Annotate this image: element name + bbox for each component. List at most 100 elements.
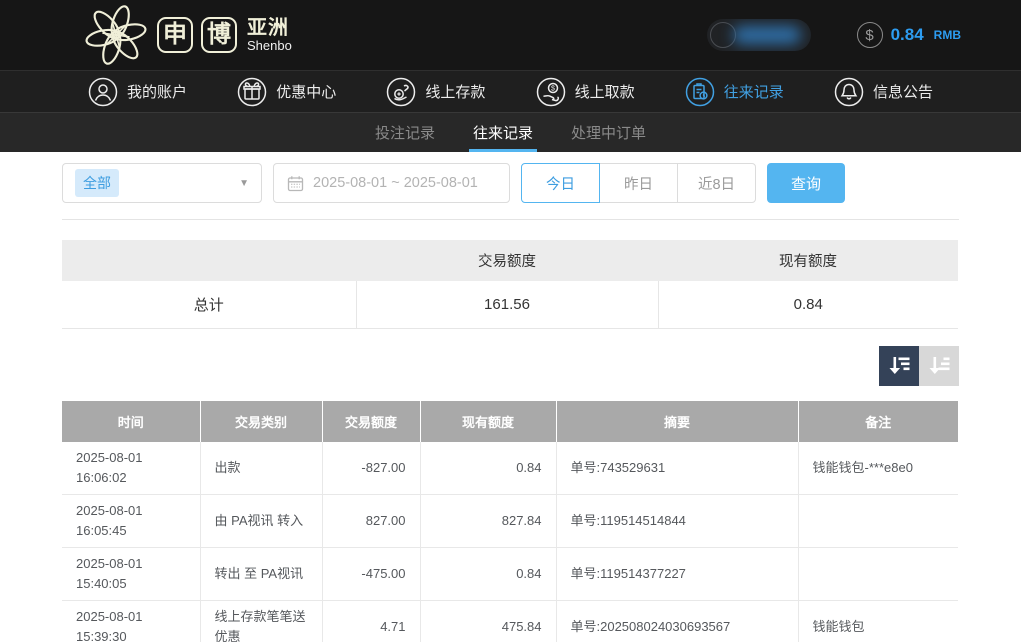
bell-icon bbox=[834, 77, 864, 107]
cell-transaction-amount: 4.71 bbox=[322, 601, 420, 642]
today-button[interactable]: 今日 bbox=[521, 163, 600, 203]
tab-pending-orders[interactable]: 处理中订单 bbox=[567, 113, 650, 152]
type-filter-select[interactable]: 全部 ▼ bbox=[62, 163, 262, 203]
cell-summary: 单号:743529631 bbox=[556, 442, 798, 495]
cell-transaction-amount: -475.00 bbox=[322, 548, 420, 601]
cell-current-balance: 0.84 bbox=[420, 442, 556, 495]
nav-item-announcements[interactable]: 信息公告 bbox=[834, 77, 933, 107]
selected-type-tag: 全部 bbox=[75, 169, 119, 197]
logo-suffix: 亚洲 Shenbo bbox=[247, 18, 292, 53]
gift-icon bbox=[237, 77, 267, 107]
yesterday-button[interactable]: 昨日 bbox=[599, 163, 678, 203]
balance-currency: RMB bbox=[934, 28, 961, 42]
balance-amount: 0.84 bbox=[891, 25, 924, 45]
quick-date-group: 今日 昨日 近8日 bbox=[521, 163, 756, 203]
table-row: 2025-08-01 15:39:30线上存款笔笔送优惠4.71475.84单号… bbox=[62, 601, 958, 642]
calendar-icon bbox=[287, 175, 304, 192]
header-current-balance: 现有额度 bbox=[420, 401, 556, 442]
deposit-icon bbox=[386, 77, 416, 107]
sort-descending-icon bbox=[886, 353, 912, 379]
filter-bar: 全部 ▼ 2025-08-01 ~ 2025-08-01 今日 昨日 近8日 查… bbox=[62, 160, 959, 204]
cell-time: 2025-08-01 15:40:05 bbox=[62, 548, 200, 601]
cell-remark bbox=[798, 548, 958, 601]
cell-summary: 单号:119514377227 bbox=[556, 548, 798, 601]
svg-text:$: $ bbox=[551, 85, 555, 92]
cell-time: 2025-08-01 15:39:30 bbox=[62, 601, 200, 642]
sort-descending-button[interactable] bbox=[879, 346, 919, 386]
cell-current-balance: 475.84 bbox=[420, 601, 556, 642]
section-divider bbox=[62, 219, 959, 220]
date-range-value: 2025-08-01 ~ 2025-08-01 bbox=[313, 175, 478, 191]
header-transaction-type: 交易类别 bbox=[200, 401, 322, 442]
nav-label: 往来记录 bbox=[724, 81, 784, 102]
nav-item-online-withdraw[interactable]: $ 线上取款 bbox=[536, 77, 635, 107]
cell-remark: 钱能钱包-***e8e0 bbox=[798, 442, 958, 495]
summary-current-balance-value: 0.84 bbox=[658, 281, 958, 328]
records-icon bbox=[685, 77, 715, 107]
cell-summary: 单号:119514514844 bbox=[556, 494, 798, 547]
summary-header-empty bbox=[62, 240, 356, 281]
summary-header-transaction-amount: 交易额度 bbox=[356, 240, 658, 281]
header-remark: 备注 bbox=[798, 401, 958, 442]
cell-transaction-type: 线上存款笔笔送优惠 bbox=[200, 601, 322, 642]
summary-transaction-amount-value: 161.56 bbox=[356, 281, 658, 328]
withdraw-icon: $ bbox=[536, 77, 566, 107]
last-8-days-button[interactable]: 近8日 bbox=[677, 163, 756, 203]
user-icon bbox=[88, 77, 118, 107]
dollar-coin-icon: $ bbox=[857, 22, 883, 48]
balance-display[interactable]: $ 0.84 RMB bbox=[857, 22, 961, 48]
table-row: 2025-08-01 16:05:45由 PA视讯 转入827.00827.84… bbox=[62, 494, 958, 547]
sort-ascending-button[interactable] bbox=[919, 346, 959, 386]
tab-transaction-records[interactable]: 往来记录 bbox=[469, 113, 537, 152]
header-transaction-amount: 交易额度 bbox=[322, 401, 420, 442]
nav-label: 我的账户 bbox=[127, 81, 187, 102]
main-nav: 我的账户 优惠中心 线上存款 $ 线上取款 bbox=[0, 70, 1021, 112]
table-header-row: 时间 交易类别 交易额度 现有额度 摘要 备注 bbox=[62, 401, 958, 442]
avatar-icon bbox=[710, 22, 736, 48]
nav-item-transaction-records[interactable]: 往来记录 bbox=[685, 77, 784, 107]
header-time: 时间 bbox=[62, 401, 200, 442]
summary-header-current-balance: 现有额度 bbox=[658, 240, 958, 281]
cell-current-balance: 0.84 bbox=[420, 548, 556, 601]
cell-transaction-amount: -827.00 bbox=[322, 442, 420, 495]
cell-transaction-type: 转出 至 PA视讯 bbox=[200, 548, 322, 601]
search-button[interactable]: 查询 bbox=[767, 163, 845, 203]
cell-transaction-amount: 827.00 bbox=[322, 494, 420, 547]
nav-label: 线上取款 bbox=[575, 81, 635, 102]
brand-logo[interactable]: 申 博 亚洲 Shenbo bbox=[85, 4, 292, 66]
cell-remark bbox=[798, 494, 958, 547]
top-header: 申 博 亚洲 Shenbo $ 0.84 RMB bbox=[0, 0, 1021, 70]
sort-controls bbox=[62, 346, 959, 386]
cell-time: 2025-08-01 16:06:02 bbox=[62, 442, 200, 495]
nav-item-online-deposit[interactable]: 线上存款 bbox=[386, 77, 485, 107]
nav-label: 线上存款 bbox=[425, 81, 485, 102]
blurred-username bbox=[733, 26, 801, 44]
nav-item-my-account[interactable]: 我的账户 bbox=[88, 77, 187, 107]
sort-ascending-icon bbox=[926, 353, 952, 379]
chevron-down-icon: ▼ bbox=[239, 178, 249, 189]
logo-char-shen: 申 bbox=[157, 17, 193, 53]
cell-transaction-type: 出款 bbox=[200, 442, 322, 495]
table-body: 2025-08-01 16:06:02出款-827.000.84单号:74352… bbox=[62, 442, 958, 642]
summary-table: 交易额度 现有额度 总计 161.56 0.84 bbox=[62, 240, 958, 329]
logo-char-bo: 博 bbox=[201, 17, 237, 53]
nav-label: 优惠中心 bbox=[276, 81, 336, 102]
transactions-table: 时间 交易类别 交易额度 现有额度 摘要 备注 2025-08-01 16:06… bbox=[62, 401, 958, 642]
cell-summary: 单号:202508024030693567 bbox=[556, 601, 798, 642]
date-range-input[interactable]: 2025-08-01 ~ 2025-08-01 bbox=[273, 163, 510, 203]
summary-header-row: 交易额度 现有额度 bbox=[62, 240, 958, 281]
logo-latin-text: Shenbo bbox=[247, 39, 292, 53]
content-area: 全部 ▼ 2025-08-01 ~ 2025-08-01 今日 昨日 近8日 查… bbox=[0, 152, 1021, 642]
nav-label: 信息公告 bbox=[873, 81, 933, 102]
table-row: 2025-08-01 15:40:05转出 至 PA视讯-475.000.84单… bbox=[62, 548, 958, 601]
cell-current-balance: 827.84 bbox=[420, 494, 556, 547]
cell-remark: 钱能钱包 bbox=[798, 601, 958, 642]
flower-logo-icon bbox=[85, 4, 147, 66]
summary-total-row: 总计 161.56 0.84 bbox=[62, 281, 958, 328]
summary-total-label: 总计 bbox=[62, 281, 356, 328]
table-row: 2025-08-01 16:06:02出款-827.000.84单号:74352… bbox=[62, 442, 958, 495]
header-summary: 摘要 bbox=[556, 401, 798, 442]
tab-betting-records[interactable]: 投注记录 bbox=[371, 113, 439, 152]
blurred-username-pill[interactable] bbox=[707, 19, 811, 51]
nav-item-promotions[interactable]: 优惠中心 bbox=[237, 77, 336, 107]
